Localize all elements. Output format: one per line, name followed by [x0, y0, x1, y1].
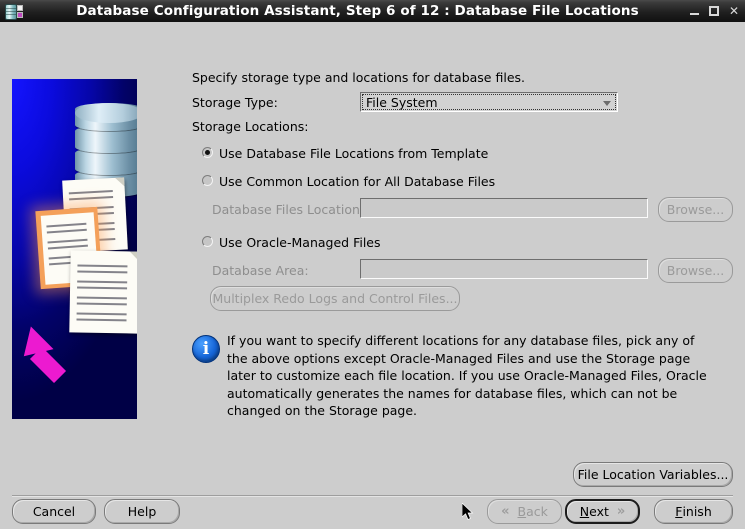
- database-area-input[interactable]: [360, 259, 648, 279]
- next-button[interactable]: Next »: [565, 499, 640, 524]
- window-controls: ✕: [690, 0, 739, 22]
- next-label-rest: ext: [589, 504, 609, 519]
- radio-template-label: Use Database File Locations from Templat…: [219, 146, 488, 161]
- database-area-label: Database Area:: [212, 263, 309, 278]
- arrow-graphic: [20, 325, 82, 387]
- chevron-left-icon: «: [501, 504, 509, 519]
- browse-database-area-button[interactable]: Browse...: [658, 258, 733, 283]
- storage-locations-label: Storage Locations:: [192, 119, 308, 134]
- radio-common-location-label: Use Common Location for All Database Fil…: [219, 174, 495, 189]
- window-body: Specify storage type and locations for d…: [0, 22, 745, 529]
- chevron-down-icon[interactable]: [603, 101, 611, 106]
- storage-type-value: File System: [366, 95, 438, 110]
- browse-files-location-button[interactable]: Browse...: [658, 197, 733, 222]
- file-location-variables-button[interactable]: File Location Variables...: [573, 462, 733, 487]
- multiplex-redo-logs-button[interactable]: Multiplex Redo Logs and Control Files...: [210, 286, 460, 311]
- radio-common-location[interactable]: [202, 175, 213, 186]
- database-icon: [4, 3, 22, 19]
- database-files-location-label: Database Files Location:: [212, 202, 364, 217]
- footer-divider-highlight: [12, 496, 733, 497]
- window-title: Database Configuration Assistant, Step 6…: [26, 3, 745, 19]
- close-icon[interactable]: ✕: [729, 5, 739, 17]
- database-files-location-input[interactable]: [360, 198, 648, 218]
- info-note-text: If you want to specify different locatio…: [227, 332, 714, 420]
- banner-image: [12, 79, 137, 419]
- finish-label-rest: inish: [682, 504, 711, 519]
- finish-mnemonic: F: [675, 504, 682, 519]
- cancel-button[interactable]: Cancel: [12, 499, 96, 524]
- minimize-button[interactable]: [690, 7, 699, 16]
- dbca-window: Database Configuration Assistant, Step 6…: [0, 0, 745, 529]
- radio-oracle-managed-files[interactable]: [202, 236, 213, 247]
- mouse-cursor: [462, 503, 475, 522]
- help-button[interactable]: Help: [104, 499, 180, 524]
- info-icon: i: [192, 335, 220, 363]
- back-button[interactable]: « Back: [487, 499, 562, 524]
- next-mnemonic: N: [580, 504, 589, 519]
- title-bar: Database Configuration Assistant, Step 6…: [0, 0, 745, 23]
- finish-button[interactable]: Finish: [654, 499, 733, 524]
- document-sheet-graphic: [69, 250, 137, 333]
- radio-oracle-managed-files-label: Use Oracle-Managed Files: [219, 235, 381, 250]
- back-label-rest: ack: [526, 504, 548, 519]
- maximize-button[interactable]: [709, 6, 719, 16]
- storage-type-select[interactable]: File System: [360, 92, 618, 112]
- storage-type-label: Storage Type:: [192, 95, 278, 110]
- page-instruction: Specify storage type and locations for d…: [192, 70, 525, 85]
- radio-template[interactable]: [202, 147, 213, 158]
- chevron-right-icon: »: [617, 504, 625, 519]
- back-mnemonic: B: [518, 504, 527, 519]
